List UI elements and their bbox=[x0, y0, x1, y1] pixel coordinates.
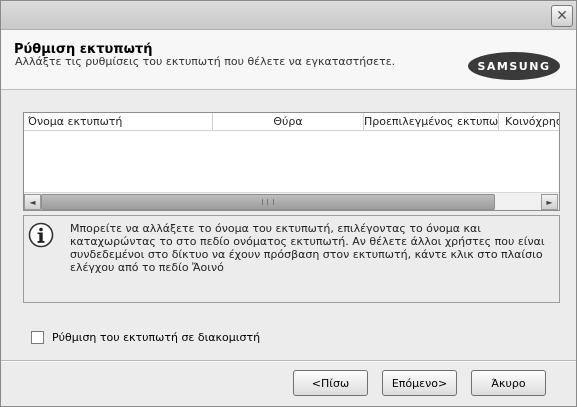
list-header: Όνομα εκτυπωτή Θύρα Προεπιλεγμένος εκτυπ… bbox=[24, 113, 559, 131]
printer-list[interactable]: Όνομα εκτυπωτή Θύρα Προεπιλεγμένος εκτυπ… bbox=[23, 112, 560, 211]
cancel-button[interactable]: Άκυρο bbox=[471, 370, 546, 396]
scroll-grip-icon bbox=[262, 199, 274, 205]
server-checkbox[interactable] bbox=[31, 331, 44, 344]
next-button[interactable]: Επόμενο> bbox=[382, 370, 457, 396]
back-button[interactable]: <Πίσω bbox=[293, 370, 368, 396]
column-header-default-printer[interactable]: Προεπιλεγμένος εκτυπωτής bbox=[364, 113, 499, 130]
info-box: Μπορείτε να αλλάξετε το όνομα του εκτυπω… bbox=[23, 215, 560, 303]
title-bar: ✕ bbox=[1, 1, 576, 30]
scroll-right-button[interactable]: ► bbox=[541, 194, 558, 210]
column-header-port[interactable]: Θύρα bbox=[213, 113, 364, 130]
logo-text: SAMSUNG bbox=[477, 59, 551, 73]
scroll-thumb[interactable] bbox=[41, 194, 495, 210]
info-icon bbox=[28, 222, 54, 248]
close-button[interactable]: ✕ bbox=[551, 5, 573, 27]
scroll-left-button[interactable]: ◄ bbox=[24, 194, 41, 210]
samsung-logo: SAMSUNG bbox=[468, 52, 560, 80]
server-option-row[interactable]: Ρύθμιση του εκτυπωτή σε διακομιστή bbox=[31, 331, 260, 344]
setup-window: ✕ Ρύθμιση εκτυπωτή SAMSUNG Αλλάξτε τις ρ… bbox=[0, 0, 577, 407]
column-header-printer-name[interactable]: Όνομα εκτυπωτή bbox=[24, 113, 213, 130]
horizontal-scrollbar[interactable]: ◄ ► bbox=[24, 192, 559, 210]
close-icon: ✕ bbox=[556, 8, 568, 24]
page-subtitle: Αλλάξτε τις ρυθμίσεις του εκτυπωτή που θ… bbox=[15, 55, 396, 68]
column-header-shared[interactable]: Κοινόχρηστος bbox=[499, 113, 559, 130]
footer-divider bbox=[1, 360, 576, 362]
arrow-right-icon: ► bbox=[546, 197, 553, 207]
arrow-left-icon: ◄ bbox=[29, 197, 36, 207]
server-checkbox-label[interactable]: Ρύθμιση του εκτυπωτή σε διακομιστή bbox=[52, 331, 260, 344]
info-text: Μπορείτε να αλλάξετε το όνομα του εκτυπω… bbox=[70, 222, 545, 274]
